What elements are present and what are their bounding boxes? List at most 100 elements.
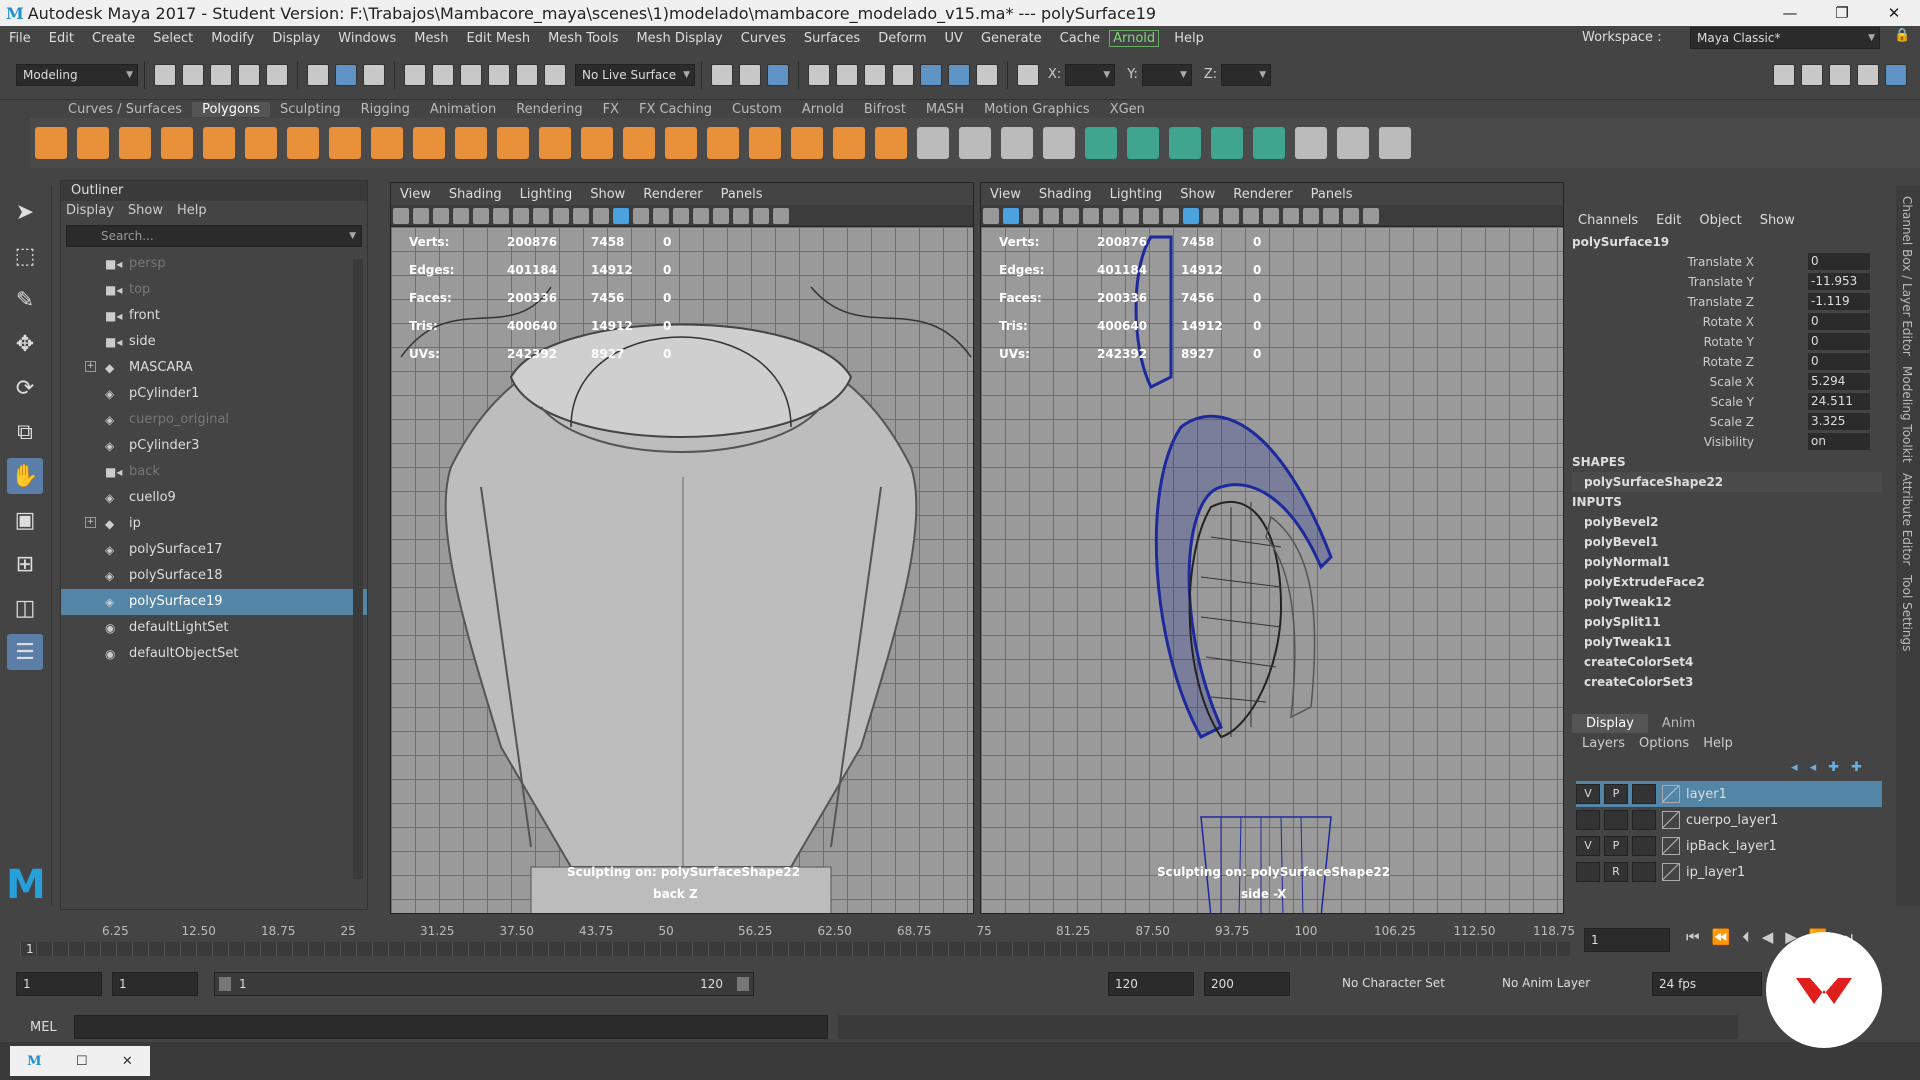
move-layer-down-icon[interactable]: ◂ [1810,760,1817,775]
vp-menu-renderer[interactable]: Renderer [1224,187,1301,202]
smooth-shade-icon[interactable] [1203,207,1219,224]
channel-attribute-name[interactable]: Translate Y [1688,272,1754,292]
animation-start-field[interactable]: 1 [16,972,102,996]
layer-row[interactable]: V Player1 [1576,781,1882,807]
outliner-item[interactable]: ■◂ persp [61,251,367,277]
restore-icon[interactable]: ❐ [1816,0,1868,26]
outliner-item[interactable]: ◈ pCylinder3 [61,433,367,459]
layer-name[interactable]: layer1 [1686,787,1727,802]
menu-mesh-display[interactable]: Mesh Display [627,31,731,46]
film-gate-icon[interactable] [1083,207,1099,224]
shelf-tab-rendering[interactable]: Rendering [506,102,592,117]
isolate-select-icon[interactable] [753,207,769,224]
menu-mesh[interactable]: Mesh [405,31,457,46]
new-scene-icon[interactable] [154,63,176,86]
mirror-icon[interactable] [539,127,571,159]
channel-attribute-name[interactable]: Visibility [1704,432,1754,452]
smooth-shade-icon[interactable] [613,207,629,224]
select-object-icon[interactable] [335,63,357,86]
render-settings-icon[interactable] [808,63,830,86]
menu-uv[interactable]: UV [936,31,972,46]
quad-draw-icon[interactable] [875,127,907,159]
input-node[interactable]: createColorSet3 [1572,672,1882,692]
channel-attribute-value[interactable]: -11.953 [1808,273,1870,290]
vp-menu-shading[interactable]: Shading [440,187,511,202]
vp-menu-shading[interactable]: Shading [1030,187,1101,202]
poly-pyramid-icon[interactable] [287,127,319,159]
side-tab-modeling-toolkit[interactable]: Modeling Toolkit [1900,366,1914,463]
lasso-tool-icon[interactable]: ⬚ [7,238,43,274]
target-weld-icon[interactable] [791,127,823,159]
vp-menu-view[interactable]: View [981,187,1030,202]
channel-attribute-name[interactable]: Rotate Z [1703,352,1754,372]
shelf-tab-fx[interactable]: FX [593,102,629,117]
grid-icon[interactable] [1063,207,1079,224]
go-to-start-icon[interactable]: ⏮ [1686,928,1700,946]
gate-mask-icon[interactable] [1123,207,1139,224]
layer-v-toggle[interactable] [1576,810,1600,830]
shelf-tab-custom[interactable]: Custom [722,102,792,117]
viewport-back[interactable]: View Shading Lighting Show Renderer Pane… [390,182,974,914]
layer-name[interactable]: ipBack_layer1 [1686,839,1777,854]
default-material-icon[interactable] [1223,207,1239,224]
toggle-attribute-editor-icon[interactable] [1801,64,1823,86]
field-chart-icon[interactable] [1143,207,1159,224]
shelf-tab-rigging[interactable]: Rigging [351,102,420,117]
layer-p-toggle[interactable]: P [1604,784,1628,804]
bevel-icon[interactable] [707,127,739,159]
image-plane-icon[interactable] [453,207,469,224]
poly-cylinder-icon[interactable] [119,127,151,159]
unfold-icon[interactable] [1337,127,1369,159]
anim-layer-dropdown[interactable]: No Anim Layer [1496,972,1626,996]
render-frame-icon[interactable] [739,63,761,86]
input-node[interactable]: polyExtrudeFace2 [1572,572,1882,592]
channel-attribute-name[interactable]: Scale X [1710,372,1754,392]
toggle-modeling-toolkit-icon[interactable] [1773,64,1795,86]
toggle-tool-settings-icon[interactable] [1829,64,1851,86]
outliner-item[interactable]: ◈ pCylinder1 [61,381,367,407]
range-slider-bar[interactable]: 1 120 [214,972,754,996]
toggle-channel-box-icon[interactable] [1857,64,1879,86]
menu-edit-mesh[interactable]: Edit Mesh [458,31,540,46]
two-view-layout-icon[interactable]: ◫ [7,590,43,626]
outliner-item[interactable]: ◈ cuello9 [61,485,367,511]
textured-icon[interactable] [653,207,669,224]
shadows-icon[interactable] [1283,207,1299,224]
snap-grid-icon[interactable] [404,63,426,86]
resolution-gate-icon[interactable] [1103,207,1119,224]
outliner-item[interactable]: ◉ defaultObjectSet [61,641,367,667]
outliner-menu-help[interactable]: Help [177,201,207,221]
menu-surfaces[interactable]: Surfaces [795,31,869,46]
menu-file[interactable]: File [0,31,40,46]
channel-attribute-name[interactable]: Translate X [1687,252,1754,272]
outliner-item[interactable]: ◈ cuerpo_original [61,407,367,433]
shelf-tab-mash[interactable]: MASH [916,102,974,117]
viewport-side[interactable]: View Shading Lighting Show Renderer Pane… [980,182,1564,914]
wireframe-icon[interactable] [1183,207,1199,224]
fps-dropdown[interactable]: 24 fps [1652,972,1762,996]
close-icon[interactable]: ✕ [1868,0,1920,26]
fill-hole-icon[interactable] [959,127,991,159]
select-component-icon[interactable] [363,63,385,86]
bookmark-icon[interactable] [433,207,449,224]
channel-attribute-name[interactable]: Translate Z [1687,292,1754,312]
poly-pipe-icon[interactable] [329,127,361,159]
film-gate-icon[interactable] [493,207,509,224]
shape-node[interactable]: polySurfaceShape22 [1572,472,1882,492]
shelf-tab-xgen[interactable]: XGen [1100,102,1155,117]
channel-attribute-value[interactable]: 0 [1808,253,1870,270]
input-node[interactable]: polySplit11 [1572,612,1882,632]
isolate-select-icon[interactable] [1343,207,1359,224]
move-tool-icon[interactable]: ✥ [7,326,43,362]
redo-icon[interactable] [266,63,288,86]
shelf-tab-bifrost[interactable]: Bifrost [854,102,916,117]
bridge-icon[interactable] [665,127,697,159]
light-editor-icon[interactable] [892,63,914,86]
image-plane-icon[interactable] [1043,207,1059,224]
separate-icon[interactable] [497,127,529,159]
grid-icon[interactable] [473,207,489,224]
playback-start-field[interactable]: 1 [112,972,198,996]
outliner-menu-display[interactable]: Display [66,201,114,221]
default-material-icon[interactable] [633,207,649,224]
sculpt-tool-icon[interactable]: ✋ [7,458,43,494]
